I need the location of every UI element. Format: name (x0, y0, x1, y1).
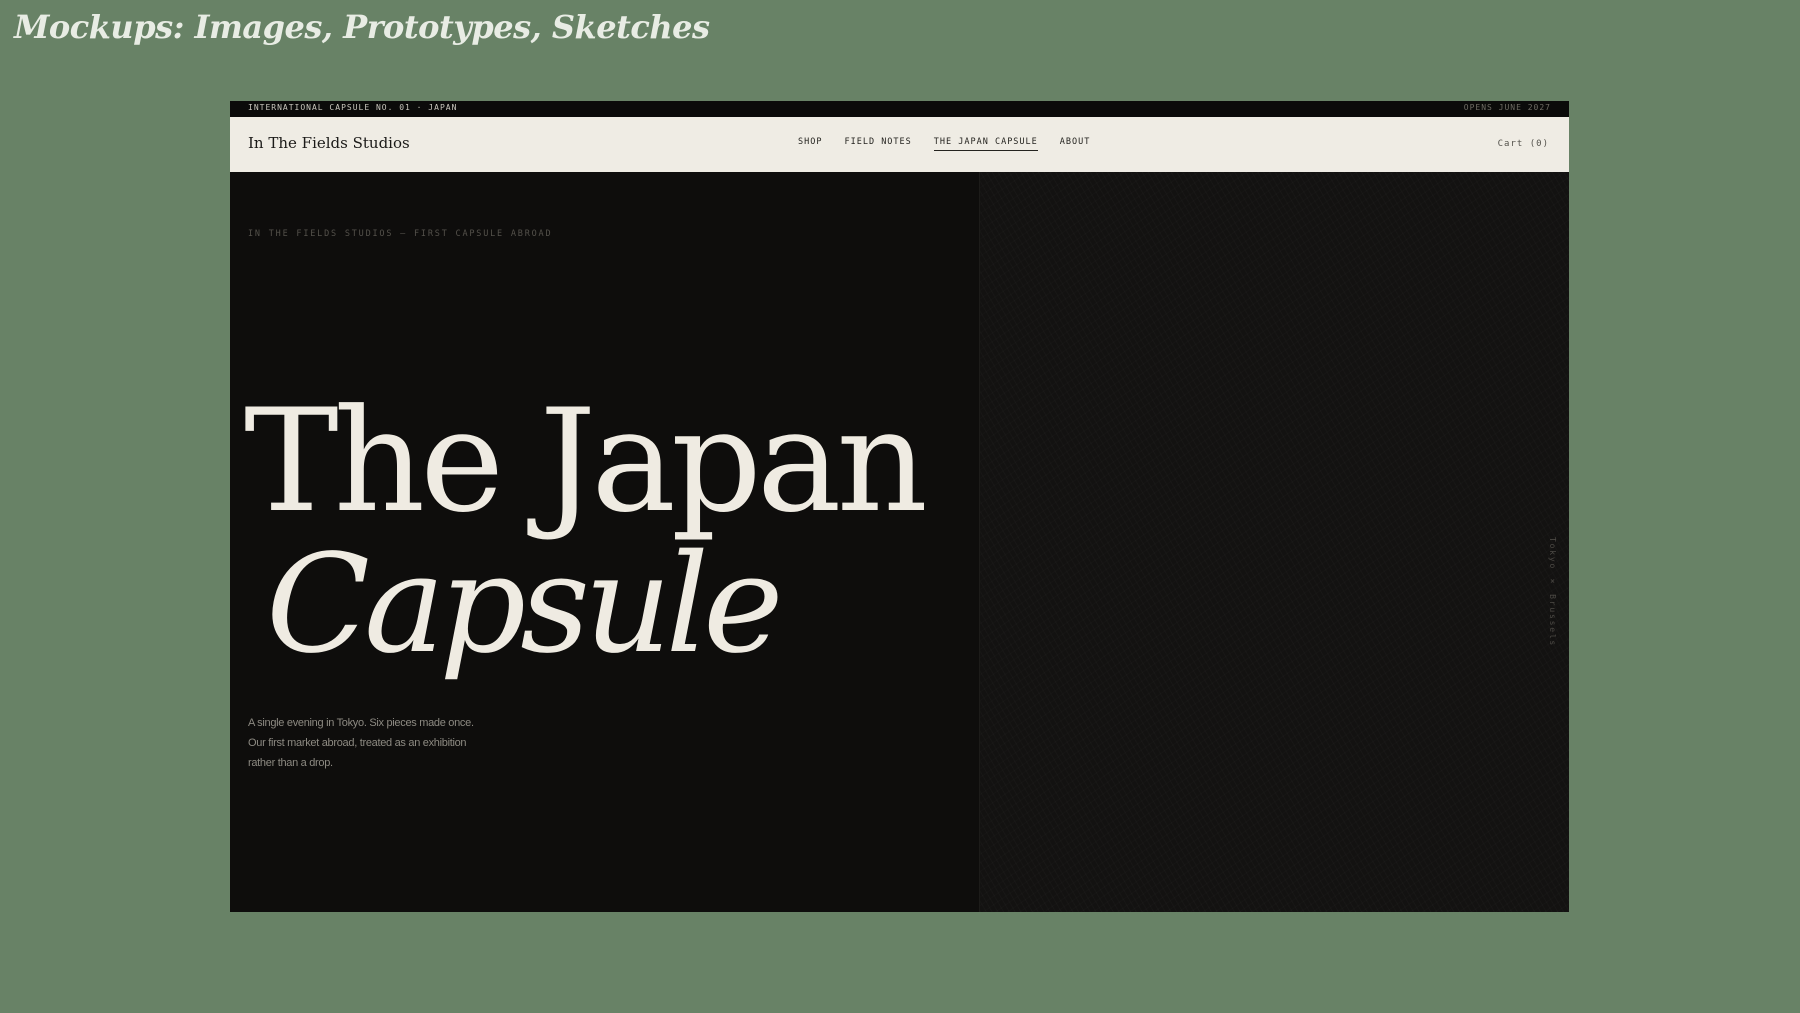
nav-item-japan-capsule[interactable]: THE JAPAN CAPSULE (933, 137, 1038, 151)
site-header: In The Fields Studios SHOP FIELD NOTES T… (230, 117, 1569, 172)
hero-headline-line2: Capsule (266, 526, 784, 684)
announcement-bar: INTERNATIONAL CAPSULE NO. 01 · JAPAN OPE… (230, 101, 1569, 117)
nav-item-shop[interactable]: SHOP (798, 137, 822, 151)
website-mockup: INTERNATIONAL CAPSULE NO. 01 · JAPAN OPE… (230, 101, 1569, 912)
announcement-right: OPENS JUNE 2027 (1463, 103, 1551, 112)
hero-intro: A single evening in Tokyo. Six pieces ma… (248, 717, 474, 769)
main-nav: SHOP FIELD NOTES THE JAPAN CAPSULE ABOUT (798, 137, 1090, 151)
nav-item-field-notes[interactable]: FIELD NOTES (844, 137, 911, 151)
cart-link[interactable]: Cart (0) (1498, 139, 1549, 149)
announcement-left: INTERNATIONAL CAPSULE NO. 01 · JAPAN (248, 103, 458, 112)
nav-item-about[interactable]: ABOUT (1060, 137, 1091, 151)
slide-title: Mockups: Images, Prototypes, Sketches (14, 8, 710, 46)
brand-logo[interactable]: In The Fields Studios (248, 134, 410, 152)
hero-headline-line1: The Japan (244, 379, 928, 544)
vertical-caption: Tokyo × Brussels (1548, 537, 1557, 648)
hero-eyebrow: IN THE FIELDS STUDIOS — FIRST CAPSULE AB… (248, 229, 553, 239)
hero-image-panel (979, 172, 1569, 912)
